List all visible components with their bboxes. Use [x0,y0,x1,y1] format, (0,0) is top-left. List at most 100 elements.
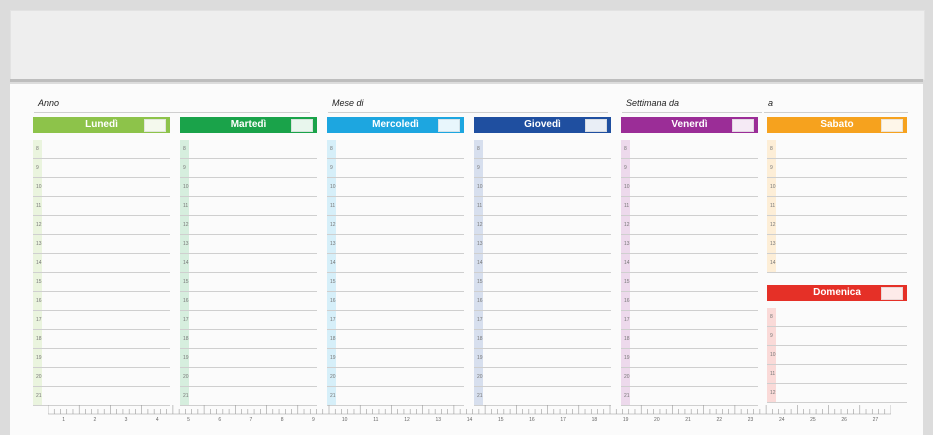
hour-row[interactable]: 18 [33,330,170,349]
hour-row[interactable]: 20 [327,368,464,387]
hour-row[interactable]: 13 [767,235,907,254]
hour-row[interactable]: 9 [180,159,317,178]
hour-row[interactable]: 9 [474,159,611,178]
a-field[interactable]: a [764,96,908,113]
hour-row[interactable]: 19 [180,349,317,368]
ruler-label: 21 [685,417,691,423]
hour-row[interactable]: 9 [767,327,907,346]
hour-row[interactable]: 18 [180,330,317,349]
date-box[interactable] [881,287,903,300]
hour-row[interactable]: 10 [767,178,907,197]
hour-row[interactable]: 12 [327,216,464,235]
hour-row[interactable]: 20 [180,368,317,387]
hour-label: 8 [330,146,333,152]
hour-row[interactable]: 15 [621,273,758,292]
hour-row[interactable]: 12 [33,216,170,235]
hour-row[interactable]: 15 [474,273,611,292]
hour-label: 21 [183,393,189,399]
hour-row[interactable]: 17 [327,311,464,330]
day-header-venerd: Venerdì [621,117,758,133]
hour-row[interactable]: 16 [180,292,317,311]
day-header-sabato: Sabato [767,117,907,133]
hour-row[interactable]: 16 [33,292,170,311]
hour-row[interactable]: 15 [327,273,464,292]
hour-row[interactable]: 17 [621,311,758,330]
hour-row[interactable]: 11 [33,197,170,216]
ruler-label: 24 [778,417,785,423]
mese-field[interactable]: Mese di [328,96,608,113]
hour-row[interactable]: 19 [621,349,758,368]
hour-row[interactable]: 14 [180,254,317,273]
hour-row[interactable]: 20 [621,368,758,387]
hour-row[interactable]: 20 [33,368,170,387]
hour-label: 11 [36,203,42,209]
hour-row[interactable]: 13 [180,235,317,254]
hour-row[interactable]: 13 [474,235,611,254]
hour-row[interactable]: 18 [621,330,758,349]
date-box[interactable] [144,119,166,132]
settimana-field[interactable]: Settimana da [622,96,762,113]
hour-row[interactable]: 11 [327,197,464,216]
hour-row[interactable]: 8 [327,140,464,159]
hour-row[interactable]: 8 [180,140,317,159]
hour-row[interactable]: 13 [33,235,170,254]
hour-row[interactable]: 9 [327,159,464,178]
hour-row[interactable]: 18 [327,330,464,349]
hour-row[interactable]: 10 [327,178,464,197]
hour-row[interactable]: 11 [767,365,907,384]
anno-field[interactable]: Anno [34,96,310,113]
hour-row[interactable]: 17 [474,311,611,330]
day-header-gioved: Giovedì [474,117,611,133]
hour-row[interactable]: 12 [767,384,907,403]
hour-row[interactable]: 14 [33,254,170,273]
hour-row[interactable]: 17 [33,311,170,330]
hour-row[interactable]: 9 [33,159,170,178]
hour-label: 11 [770,203,776,209]
hour-row[interactable]: 12 [621,216,758,235]
hour-row[interactable]: 10 [621,178,758,197]
hour-label: 11 [770,371,776,377]
hour-row[interactable]: 8 [33,140,170,159]
hour-row[interactable]: 16 [474,292,611,311]
hour-row[interactable]: 18 [474,330,611,349]
hour-row[interactable]: 20 [474,368,611,387]
hour-row[interactable]: 19 [327,349,464,368]
date-box[interactable] [732,119,754,132]
ruler-label: 20 [654,417,660,423]
hour-row[interactable]: 12 [474,216,611,235]
hour-row[interactable]: 10 [767,346,907,365]
hour-row[interactable]: 19 [33,349,170,368]
hour-row[interactable]: 13 [621,235,758,254]
hour-row[interactable]: 16 [621,292,758,311]
hour-row[interactable]: 9 [621,159,758,178]
hour-row[interactable]: 19 [474,349,611,368]
hour-row[interactable]: 12 [767,216,907,235]
hour-row[interactable]: 10 [180,178,317,197]
hour-row[interactable]: 16 [327,292,464,311]
hour-row[interactable]: 9 [767,159,907,178]
date-box[interactable] [291,119,313,132]
ruler-label: 26 [841,417,847,423]
hour-row[interactable]: 11 [621,197,758,216]
hour-row[interactable]: 14 [474,254,611,273]
hour-row[interactable]: 8 [621,140,758,159]
date-box[interactable] [881,119,903,132]
hour-row[interactable]: 14 [327,254,464,273]
hour-row[interactable]: 14 [621,254,758,273]
hour-row[interactable]: 8 [474,140,611,159]
hour-row[interactable]: 12 [180,216,317,235]
hour-row[interactable]: 8 [767,140,907,159]
hour-row[interactable]: 11 [767,197,907,216]
date-box[interactable] [438,119,460,132]
hour-row[interactable]: 11 [474,197,611,216]
hour-row[interactable]: 11 [180,197,317,216]
hour-row[interactable]: 17 [180,311,317,330]
hour-row[interactable]: 15 [33,273,170,292]
date-box[interactable] [585,119,607,132]
hour-row[interactable]: 13 [327,235,464,254]
hour-row[interactable]: 14 [767,254,907,273]
hour-row[interactable]: 8 [767,308,907,327]
hour-row[interactable]: 10 [33,178,170,197]
hour-row[interactable]: 10 [474,178,611,197]
hour-row[interactable]: 15 [180,273,317,292]
